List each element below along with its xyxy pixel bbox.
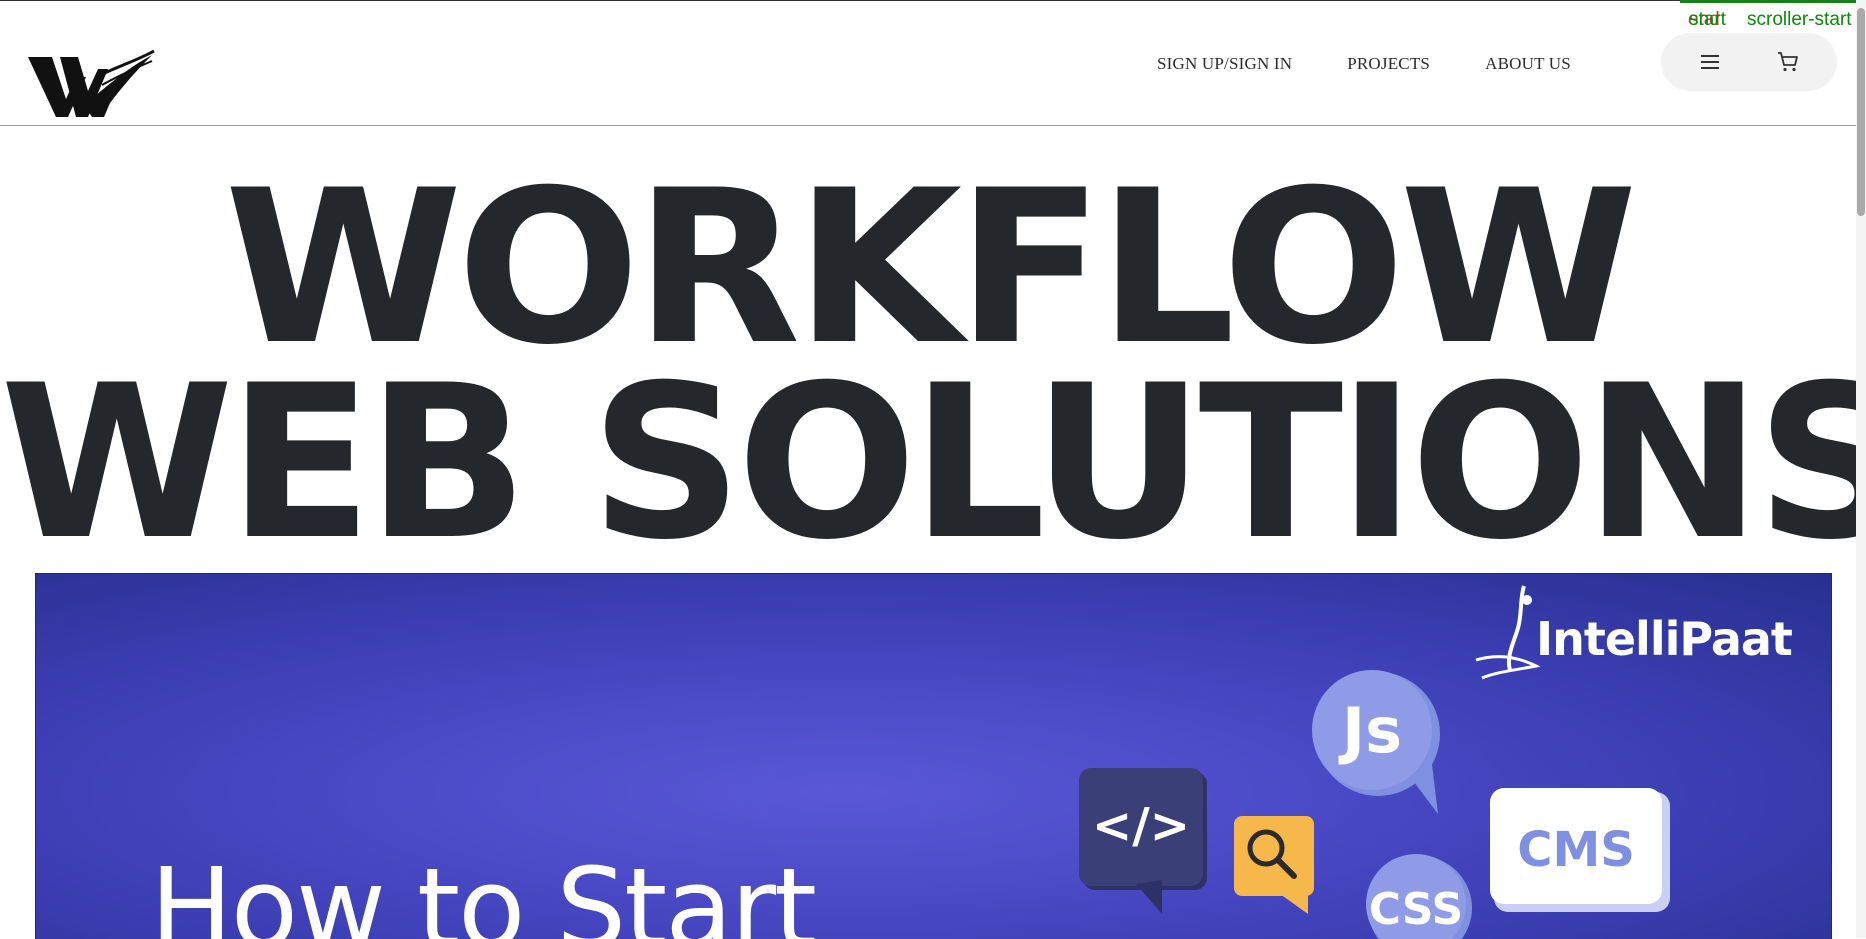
hero-image: Js </> CMS CSS IntelliPaat How to Start <box>35 573 1832 939</box>
js-badge-text: Js <box>1338 694 1402 767</box>
debug-scroller-start-label: scroller-start <box>1747 9 1852 30</box>
css-badge: CSS <box>1366 854 1472 939</box>
cms-badge: CMS <box>1490 788 1670 912</box>
shopping-cart-icon[interactable] <box>1776 50 1800 74</box>
js-badge: Js <box>1312 670 1440 814</box>
headline-line-2: WEB SOLUTIONS <box>0 339 1866 586</box>
intellipaat-logo-figure <box>1475 585 1541 680</box>
main-nav: SIGN UP/SIGN IN PROJECTS ABOUT US <box>1157 54 1626 74</box>
brand-name: IntelliPaat <box>1536 612 1793 666</box>
workflow-logo[interactable] <box>26 47 156 123</box>
css-badge-text: CSS <box>1369 884 1464 935</box>
debug-marker-bar <box>1680 0 1866 3</box>
header-actions <box>1661 33 1837 91</box>
nav-sign-up-sign-in[interactable]: SIGN UP/SIGN IN <box>1157 54 1292 74</box>
page-headline: WORKFLOW WEB SOLUTIONS <box>0 162 1866 586</box>
site-header: SIGN UP/SIGN IN PROJECTS ABOUT US <box>0 1 1856 126</box>
code-badge-text: </> <box>1092 798 1190 854</box>
hamburger-menu-icon[interactable] <box>1699 52 1721 72</box>
code-badge: </> <box>1079 768 1207 914</box>
nav-about-us[interactable]: ABOUT US <box>1485 54 1571 74</box>
debug-start-label: start <box>1689 9 1726 30</box>
nav-projects[interactable]: PROJECTS <box>1347 54 1430 74</box>
hero-title: How to Start <box>150 844 817 939</box>
cms-badge-text: CMS <box>1517 822 1635 878</box>
search-badge <box>1234 816 1314 914</box>
headline-line-1: WORKFLOW <box>224 144 1638 391</box>
scrollbar-thumb[interactable] <box>1857 8 1865 216</box>
